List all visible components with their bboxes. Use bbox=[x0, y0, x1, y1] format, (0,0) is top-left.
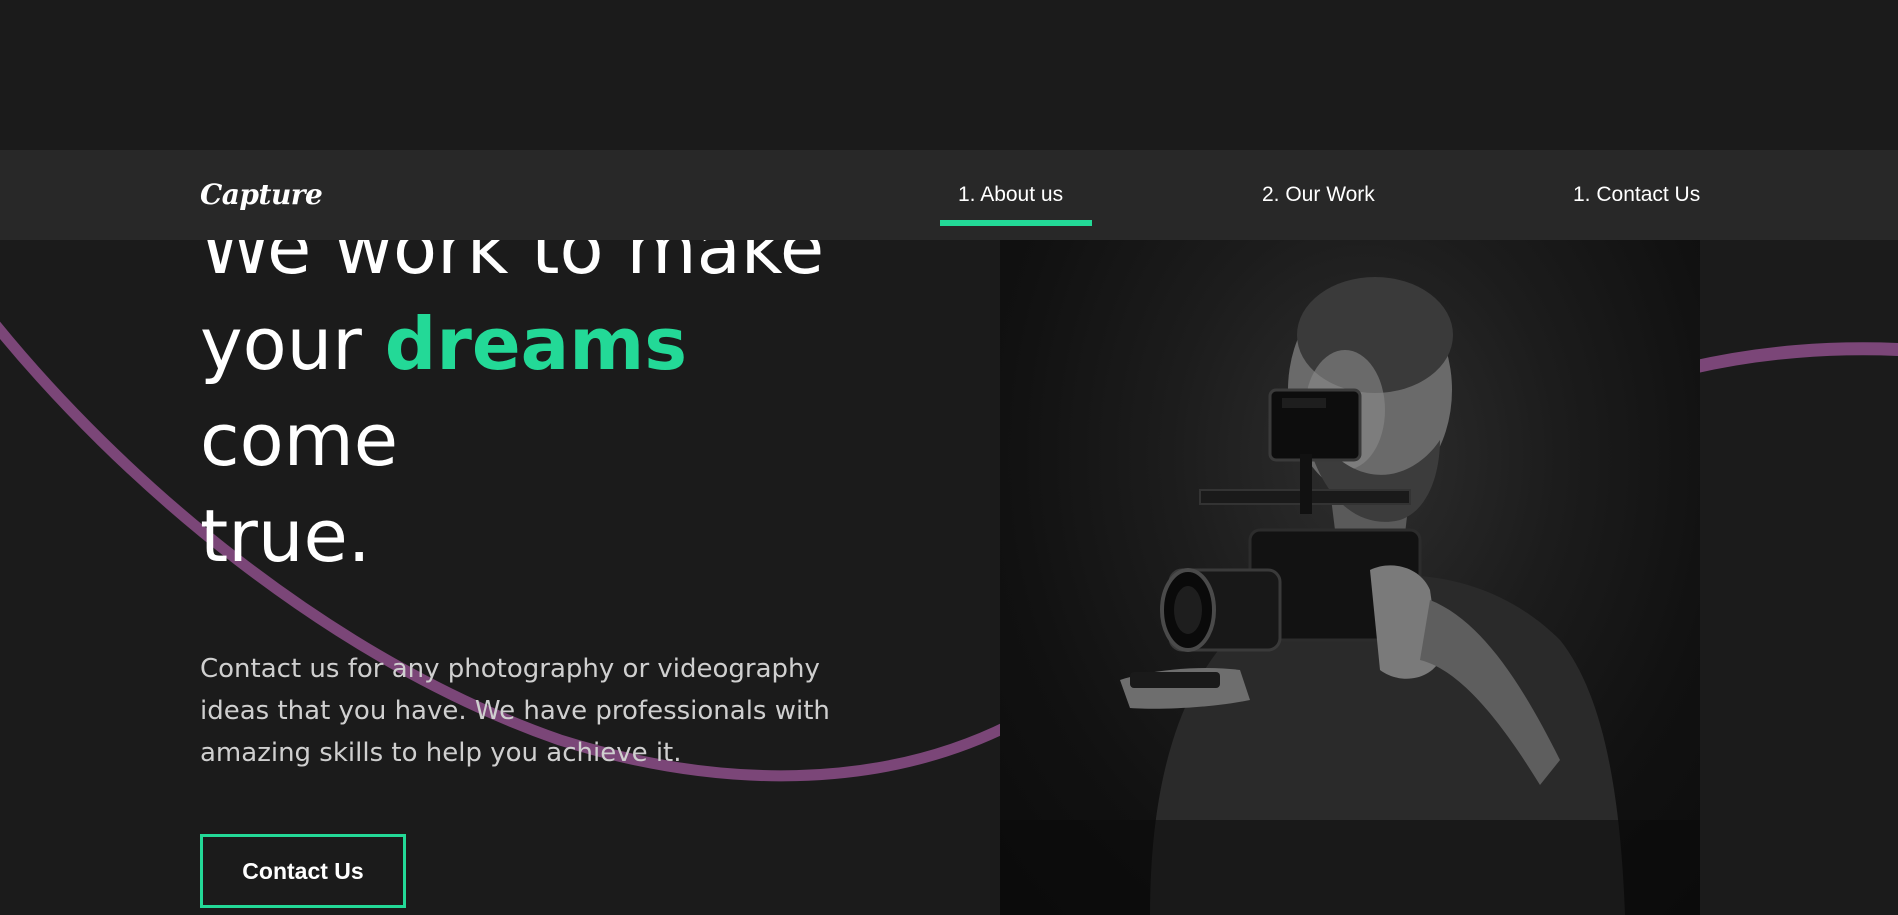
photo-illustration bbox=[1000, 277, 1700, 915]
hero-title: We work to make your dreams come true. bbox=[200, 200, 824, 584]
logo[interactable]: Capture bbox=[200, 175, 323, 215]
contact-us-button[interactable]: Contact Us bbox=[200, 834, 406, 908]
top-navbar: Capture 1. About us 2. Our Work 1. Conta… bbox=[0, 150, 1898, 240]
hero-title-line-3: come bbox=[200, 398, 399, 482]
hero-title-highlight: dreams bbox=[384, 302, 688, 386]
nav-item-contact-us[interactable]: 1. Contact Us bbox=[1573, 179, 1700, 211]
hero-description: Contact us for any photography or videog… bbox=[200, 654, 830, 768]
hero-title-line-2: your dreams bbox=[200, 296, 824, 392]
nav-item-about-us[interactable]: 1. About us bbox=[958, 179, 1063, 211]
nav-item-our-work[interactable]: 2. Our Work bbox=[1262, 179, 1375, 211]
videographer-photo bbox=[1000, 240, 1700, 915]
hero-title-your: your bbox=[200, 302, 385, 386]
active-nav-indicator bbox=[940, 220, 1092, 226]
landing-page: We work to make your dreams come true. C… bbox=[0, 0, 1898, 915]
hero-title-line-4: true. bbox=[200, 494, 371, 578]
